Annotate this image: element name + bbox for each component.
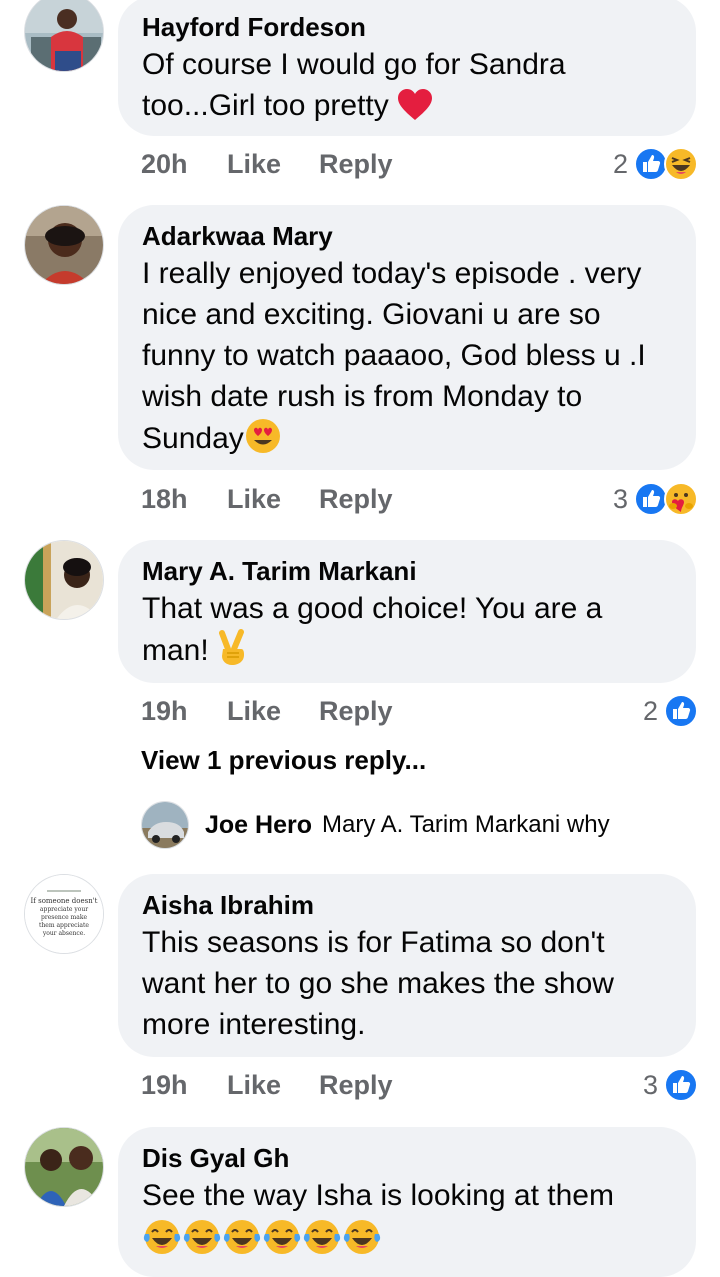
victory-hand-icon bbox=[217, 629, 247, 678]
reply-button[interactable]: Reply bbox=[319, 696, 393, 727]
comment-time[interactable]: 20h bbox=[141, 149, 227, 180]
tears-of-joy-emoji-icon bbox=[262, 1218, 302, 1267]
care-reaction-icon bbox=[664, 482, 698, 516]
view-previous-replies-link[interactable]: View 1 previous reply... bbox=[141, 745, 426, 776]
tears-of-joy-emoji-icon bbox=[142, 1218, 182, 1267]
comment-author[interactable]: Adarkwaa Mary bbox=[142, 219, 672, 253]
quote-line: appreciate your bbox=[40, 906, 88, 913]
like-button[interactable]: Like bbox=[227, 149, 319, 180]
avatar[interactable] bbox=[24, 540, 104, 620]
reaction-count: 2 bbox=[642, 695, 658, 726]
reaction-count: 3 bbox=[612, 483, 628, 514]
haha-reaction-icon bbox=[664, 147, 698, 181]
quote-line: presence make bbox=[41, 914, 87, 921]
comment-author[interactable]: Aisha Ibrahim bbox=[142, 888, 672, 922]
reply-button[interactable]: Reply bbox=[319, 1070, 393, 1101]
like-button[interactable]: Like bbox=[227, 696, 319, 727]
avatar[interactable] bbox=[24, 1127, 104, 1207]
red-heart-icon bbox=[397, 88, 433, 133]
comment-author[interactable]: Mary A. Tarim Markani bbox=[142, 554, 672, 588]
quote-line: If someone doesn't bbox=[31, 897, 98, 905]
quote-line: your absence. bbox=[42, 930, 85, 937]
reaction-summary[interactable]: 3 bbox=[613, 481, 698, 517]
comment-actions: 20h Like Reply bbox=[141, 146, 393, 182]
comment-bubble[interactable]: Adarkwaa Mary I really enjoyed today's e… bbox=[118, 205, 696, 470]
comment-bubble[interactable]: Hayford Fordeson Of course I would go fo… bbox=[118, 0, 696, 136]
heart-eyes-emoji-icon bbox=[244, 417, 282, 466]
reply-button[interactable]: Reply bbox=[319, 484, 393, 515]
comment-author[interactable]: Hayford Fordeson bbox=[142, 10, 672, 44]
comment-actions: 18h Like Reply bbox=[141, 481, 393, 517]
comment-text: Of course I would go for Sandra too...Gi… bbox=[142, 44, 672, 133]
quote-line: them appreciate bbox=[39, 922, 89, 929]
tears-of-joy-emoji-icon bbox=[182, 1218, 222, 1267]
comment-actions: 19h Like Reply bbox=[141, 1067, 393, 1103]
like-reaction-icon bbox=[634, 482, 668, 516]
like-reaction-icon bbox=[634, 147, 668, 181]
comment-time[interactable]: 19h bbox=[141, 1070, 227, 1101]
avatar[interactable] bbox=[24, 205, 104, 285]
comment-bubble[interactable]: Mary A. Tarim Markani That was a good ch… bbox=[118, 540, 696, 683]
comment-author[interactable]: Dis Gyal Gh bbox=[142, 1141, 672, 1175]
emoji-row bbox=[142, 1218, 672, 1267]
reaction-count: 2 bbox=[612, 148, 628, 179]
reaction-count: 3 bbox=[642, 1069, 658, 1100]
avatar[interactable]: If someone doesn't appreciate your prese… bbox=[24, 874, 104, 954]
tears-of-joy-emoji-icon bbox=[222, 1218, 262, 1267]
reply-author[interactable]: Joe Hero bbox=[205, 811, 312, 840]
reply-text: Mary A. Tarim Markani why bbox=[321, 811, 610, 838]
like-button[interactable]: Like bbox=[227, 484, 319, 515]
comment-actions: 19h Like Reply bbox=[141, 693, 393, 729]
tears-of-joy-emoji-icon bbox=[342, 1218, 382, 1267]
like-button[interactable]: Like bbox=[227, 1070, 319, 1101]
avatar[interactable] bbox=[141, 801, 189, 849]
comment-text: I really enjoyed today's episode . very … bbox=[142, 253, 672, 466]
like-reaction-icon bbox=[664, 694, 698, 728]
tears-of-joy-emoji-icon bbox=[302, 1218, 342, 1267]
avatar[interactable] bbox=[24, 0, 104, 72]
comment-bubble[interactable]: Aisha Ibrahim This seasons is for Fatima… bbox=[118, 874, 696, 1057]
reaction-summary[interactable]: 2 bbox=[643, 693, 698, 729]
nested-reply: Joe Hero Mary A. Tarim Markani why bbox=[141, 800, 610, 850]
comment-time[interactable]: 19h bbox=[141, 696, 227, 727]
like-reaction-icon bbox=[664, 1068, 698, 1102]
comment-time[interactable]: 18h bbox=[141, 484, 227, 515]
comment-bubble[interactable]: Dis Gyal Gh See the way Isha is looking … bbox=[118, 1127, 696, 1277]
reply-button[interactable]: Reply bbox=[319, 149, 393, 180]
comment-text: This seasons is for Fatima so don't want… bbox=[142, 926, 614, 1041]
comment-text: That was a good choice! You are a man! bbox=[142, 588, 672, 678]
reaction-summary[interactable]: 3 bbox=[643, 1067, 698, 1103]
reaction-summary[interactable]: 2 bbox=[613, 146, 698, 182]
comment-text: See the way Isha is looking at them bbox=[142, 1179, 614, 1212]
